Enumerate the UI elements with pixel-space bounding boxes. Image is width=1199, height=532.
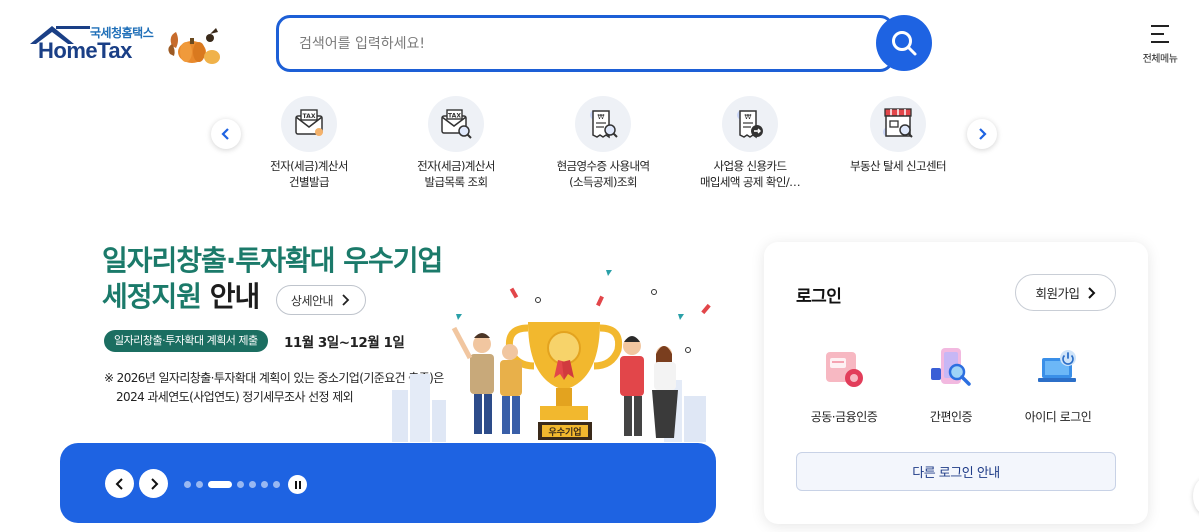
all-menu-button[interactable]: 전체메뉴 xyxy=(1134,22,1186,66)
pause-icon xyxy=(294,480,301,489)
quick-menu-item-realestate-report[interactable]: 부동산 탈세 신고센터 xyxy=(838,96,958,174)
chevron-right-icon xyxy=(342,294,350,306)
hamburger-menu-icon xyxy=(1151,25,1169,43)
quick-menu-item-einvoice-issue[interactable]: TAX 전자(세금)계산서 건별발급 xyxy=(249,96,369,190)
search-input[interactable] xyxy=(279,18,839,69)
other-login-button[interactable]: 다른 로그인 안내 xyxy=(796,452,1116,491)
banner-detail-button[interactable]: 상세안내 xyxy=(276,285,366,315)
hometax-logo[interactable]: 국세청홈택스 HomeTax xyxy=(28,22,228,70)
chevron-right-icon xyxy=(150,477,158,490)
quick-menu-label: 현금영수증 사용내역 (소득공제)조회 xyxy=(556,159,650,189)
chevron-right-icon xyxy=(1087,286,1095,299)
login-option-label: 공동·금융인증 xyxy=(810,410,878,424)
quick-menu-prev-button[interactable] xyxy=(211,119,241,149)
trophy-label: 우수기업 xyxy=(548,426,581,438)
certificate-icon xyxy=(826,352,863,387)
search-icon xyxy=(892,31,917,56)
banner-title-dark: 안내 xyxy=(201,280,261,313)
chevron-left-icon xyxy=(221,128,229,140)
banner-title-green: 세정지원 xyxy=(102,280,202,313)
trophy-celebration-illustration: 우수기업 xyxy=(392,270,711,442)
search-box xyxy=(276,15,894,72)
banner-note-line2: 2024 과세연도(사업연도) 정기세무조사 선정 제외 xyxy=(116,390,354,404)
banner-prev-button[interactable] xyxy=(105,469,134,498)
svg-text:₩: ₩ xyxy=(745,113,752,121)
banner-next-button[interactable] xyxy=(139,469,168,498)
tax-envelope-search-icon: TAX xyxy=(428,96,484,152)
receipt-search-icon: ₩ xyxy=(575,96,631,152)
login-option-id[interactable]: 아이디 로그인 xyxy=(1008,346,1108,425)
chevron-left-icon xyxy=(115,477,123,490)
quick-menu-label: 부동산 탈세 신고센터 xyxy=(850,159,947,173)
signup-button[interactable]: 회원가입 xyxy=(1015,274,1116,311)
login-title: 로그인 xyxy=(796,287,842,307)
all-menu-label: 전체메뉴 xyxy=(1142,54,1178,65)
side-floating-button[interactable] xyxy=(1193,478,1199,514)
quick-menu-label: 전자(세금)계산서 건별발급 xyxy=(270,159,348,189)
login-option-label: 간편인증 xyxy=(929,410,973,424)
chevron-right-icon xyxy=(979,128,987,140)
tax-envelope-icon: TAX xyxy=(281,96,337,152)
banner-detail-label: 상세안내 xyxy=(290,293,334,308)
login-option-label: 아이디 로그인 xyxy=(1024,410,1092,424)
banner-indicator-dot[interactable] xyxy=(196,481,203,488)
banner-indicator-dot[interactable] xyxy=(261,481,268,488)
hometax-main-page: 국세청홈택스 HomeTax 전체메뉴 xyxy=(0,0,1199,532)
svg-text:₩: ₩ xyxy=(598,113,605,121)
quick-menu-label: 전자(세금)계산서 발급목록 조회 xyxy=(417,159,495,189)
quick-menu-item-business-card[interactable]: ₩ 사업용 신용카드 매입세액 공제 확인/… xyxy=(690,96,810,190)
pumpkin-decoration-icon xyxy=(168,28,220,64)
banner-submission-pill: 일자리창출·투자확대 계획서 제출 xyxy=(104,330,268,352)
banner-indicator-dot[interactable] xyxy=(184,481,191,488)
laptop-power-icon xyxy=(1038,350,1076,382)
banner-pause-button[interactable] xyxy=(288,475,307,494)
banner-date: 11월 3일~12월 1일 xyxy=(284,335,405,351)
receipt-card-icon: ₩ xyxy=(722,96,778,152)
phone-search-icon xyxy=(931,348,971,386)
quick-menu-item-einvoice-list[interactable]: TAX 전자(세금)계산서 발급목록 조회 xyxy=(396,96,516,190)
logo-english-text: HomeTax xyxy=(38,38,132,63)
login-option-certificate[interactable]: 공동·금융인증 xyxy=(794,346,894,425)
banner-indicator-dot[interactable] xyxy=(273,481,280,488)
login-option-simple[interactable]: 간편인증 xyxy=(901,346,1001,425)
search-button[interactable] xyxy=(876,15,932,71)
storefront-search-icon xyxy=(870,96,926,152)
banner-indicator-dot[interactable] xyxy=(237,481,244,488)
quick-menu-label: 사업용 신용카드 매입세액 공제 확인/… xyxy=(699,159,801,189)
quick-menu-item-cash-receipt[interactable]: ₩ 현금영수증 사용내역 (소득공제)조회 xyxy=(543,96,663,190)
svg-text:TAX: TAX xyxy=(303,113,316,120)
svg-text:TAX: TAX xyxy=(448,113,461,120)
quick-menu-next-button[interactable] xyxy=(967,119,997,149)
banner-title-line2: 세정지원 안내 xyxy=(102,280,261,314)
banner-indicator-dot-active[interactable] xyxy=(208,481,232,488)
signup-label: 회원가입 xyxy=(1035,286,1080,301)
banner-indicator-dot[interactable] xyxy=(249,481,256,488)
